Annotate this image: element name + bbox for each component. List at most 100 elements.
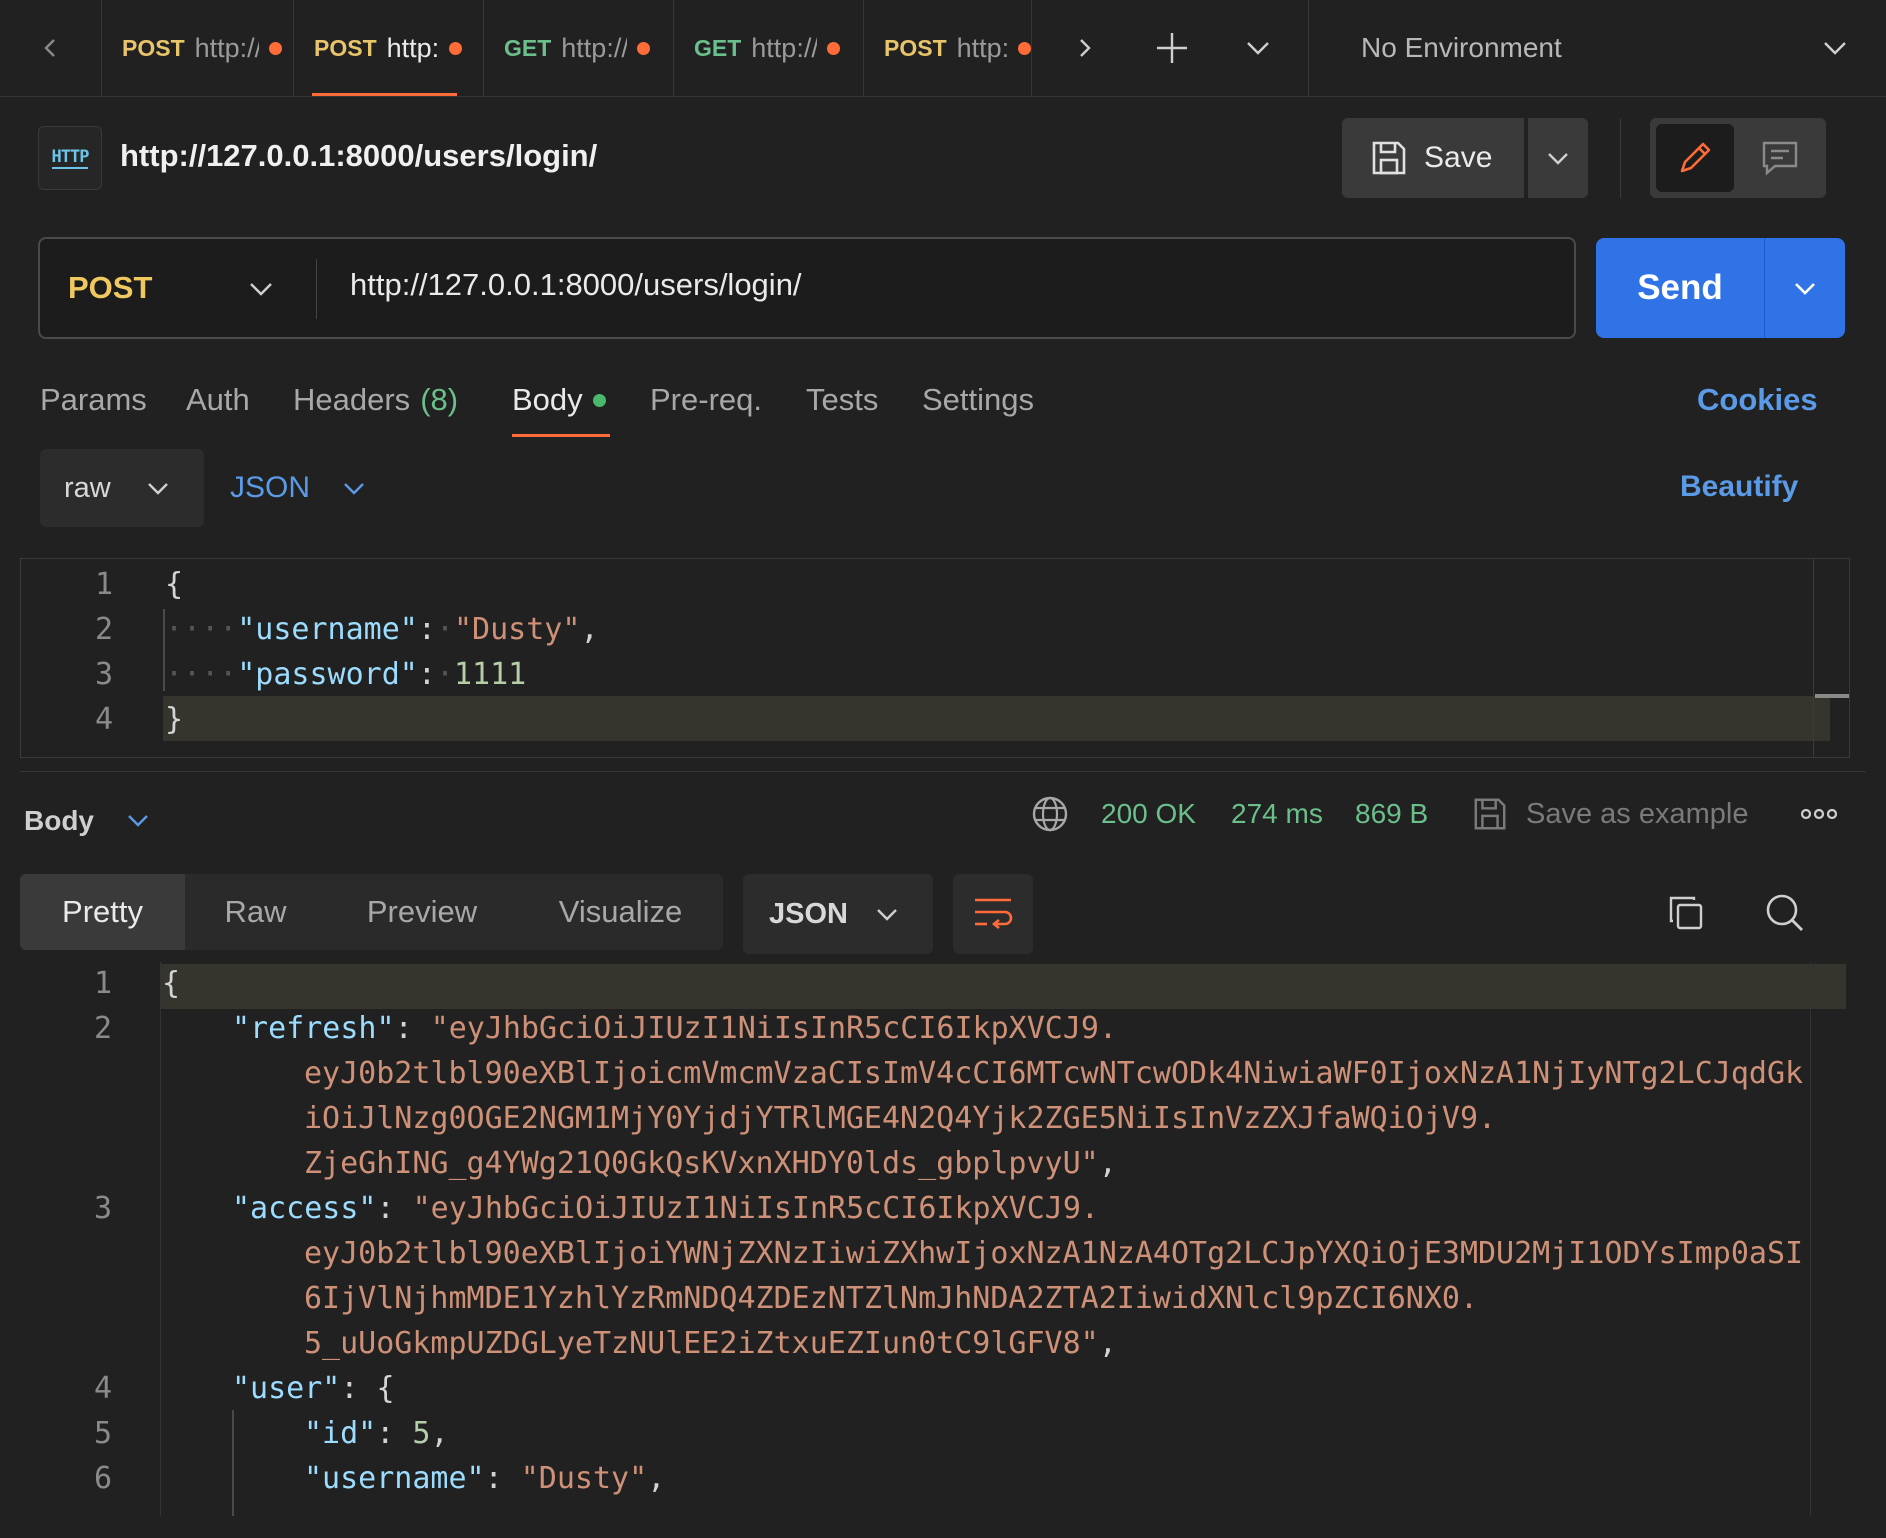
view-visualize-button[interactable]: Visualize — [518, 874, 723, 950]
http-request-icon: HTTP — [38, 126, 102, 190]
response-size[interactable]: 869 B — [1355, 798, 1428, 830]
line-number: 1 — [93, 966, 112, 1001]
plus-icon — [1157, 33, 1187, 63]
copy-response-button[interactable] — [1664, 890, 1708, 936]
body-mode-selector[interactable]: raw — [40, 449, 204, 527]
comments-button[interactable] — [1740, 124, 1820, 192]
send-button[interactable]: Send — [1596, 238, 1764, 338]
response-format-label: JSON — [769, 897, 848, 930]
save-label: Save — [1424, 141, 1493, 174]
indent-guide — [232, 1410, 234, 1516]
tab-body[interactable]: Body — [512, 378, 606, 422]
response-body-viewer[interactable]: 1 2 3 4 5 6 { "refresh": "eyJhbGciOiJIUz… — [20, 962, 1846, 1516]
unsaved-dot-icon — [827, 41, 841, 55]
view-raw-button[interactable]: Raw — [185, 874, 326, 950]
copy-icon — [1669, 896, 1703, 930]
save-options-button[interactable] — [1528, 118, 1588, 198]
status-code[interactable]: 200 OK — [1101, 798, 1196, 830]
code-line: ZjeGhING_g4YWg21Q0GkQsKVxnXHDY0lds_gbplp… — [304, 1146, 1117, 1181]
save-icon — [1372, 141, 1406, 175]
code-line: { — [162, 966, 180, 1001]
json-string-wrap: 5_uUoGkmpUZDGLyeTzNUlEE2iZtxuEZIun0tC9lG… — [304, 1326, 1099, 1361]
json-key: "username" — [304, 1461, 485, 1496]
tab-method: POST — [884, 34, 947, 61]
line-number: 2 — [93, 1011, 112, 1046]
scrollbar-track[interactable] — [1813, 559, 1814, 757]
body-format-selector[interactable]: JSON — [230, 449, 380, 527]
request-tab[interactable]: POST http://127.0.0.1:8000/users/login/ — [102, 0, 294, 96]
edit-mode-button[interactable] — [1656, 124, 1734, 192]
tab-url: http://127.0.0.1:8000/users/login/ — [194, 32, 259, 63]
code-line: ····"password":·1111 — [165, 657, 527, 692]
environment-selector[interactable]: No Environment — [1309, 0, 1886, 96]
send-options-button[interactable] — [1765, 238, 1845, 338]
tab-method: GET — [504, 34, 552, 61]
tab-list-dropdown-button[interactable] — [1234, 24, 1282, 72]
more-options-button[interactable] — [1796, 798, 1842, 830]
request-tab-active[interactable]: POST http://127.0.0.1:8000/users/login/ — [294, 0, 484, 96]
new-tab-button[interactable] — [1148, 24, 1196, 72]
tab-settings[interactable]: Settings — [922, 378, 1034, 422]
json-string-wrap: eyJ0b2tlbl90eXBlIjoicmVmcmVzaCIsImV4cCI6… — [304, 1056, 1804, 1091]
tabs-scroll-right-button[interactable] — [1060, 24, 1108, 72]
scrollbar-track[interactable] — [1810, 962, 1811, 1516]
save-button[interactable]: Save — [1342, 118, 1524, 198]
chevron-down-icon — [250, 283, 272, 296]
request-tab[interactable]: GET http://127.0.0.1:8000/ — [674, 0, 864, 96]
line-number: 3 — [94, 657, 113, 692]
view-preview-button[interactable]: Preview — [326, 874, 518, 950]
pane-divider[interactable] — [20, 771, 1866, 772]
tab-bar: POST http://127.0.0.1:8000/users/login/ … — [0, 0, 1886, 97]
request-tab[interactable]: POST http://127.0.0.1:8000/ — [864, 0, 1032, 96]
request-body-editor[interactable]: 1 2 3 4 { ····"username":·"Dusty", ····"… — [20, 558, 1850, 758]
scrollbar-thumb[interactable] — [1815, 694, 1849, 698]
request-tab[interactable]: GET http://127.0.0.1:8000/ — [484, 0, 674, 96]
response-body-label: Body — [24, 805, 94, 836]
save-as-example-button[interactable]: Save as example — [1472, 790, 1748, 838]
current-line-highlight — [160, 964, 1846, 1009]
wrap-text-icon — [975, 898, 1013, 930]
send-button-group: Send — [1596, 238, 1845, 338]
unsaved-dot-icon — [268, 41, 282, 55]
chevron-left-icon — [43, 39, 55, 57]
url-input[interactable]: http://127.0.0.1:8000/users/login/ — [350, 267, 802, 303]
wrap-lines-button[interactable] — [953, 874, 1033, 954]
line-number: 6 — [93, 1461, 112, 1496]
tab-params[interactable]: Params — [40, 378, 147, 422]
tabs-scroll-left-button[interactable] — [0, 0, 102, 96]
view-pretty-button[interactable]: Pretty — [20, 874, 185, 950]
request-title[interactable]: http://127.0.0.1:8000/users/login/ — [120, 138, 597, 174]
chevron-down-icon — [877, 909, 897, 921]
brace-open: { — [162, 966, 181, 1001]
tab-auth[interactable]: Auth — [186, 378, 250, 422]
search-response-button[interactable] — [1762, 890, 1808, 936]
json-key: "refresh" — [232, 1011, 395, 1046]
tab-headers[interactable]: Headers (8) — [293, 378, 458, 422]
response-time[interactable]: 274 ms — [1231, 798, 1323, 830]
chevron-down-icon — [344, 483, 364, 495]
response-section-selector[interactable]: Body — [24, 796, 164, 846]
tab-tests[interactable]: Tests — [806, 378, 878, 422]
divider — [316, 259, 317, 319]
whitespace-marker: ···· — [165, 657, 238, 692]
network-info-button[interactable] — [1030, 794, 1070, 834]
code-line: } — [165, 702, 183, 737]
tab-url: http://127.0.0.1:8000/users/login/ — [386, 32, 439, 63]
json-number: 1111 — [454, 657, 527, 692]
tab-url: http://127.0.0.1:8000/ — [751, 32, 817, 63]
method-selector[interactable]: POST — [40, 239, 316, 337]
tab-prereq[interactable]: Pre-req. — [650, 378, 762, 422]
line-number: 1 — [94, 567, 113, 602]
response-format-selector[interactable]: JSON — [743, 874, 933, 954]
tab-body-label: Body — [512, 382, 583, 417]
chevron-right-icon — [1080, 39, 1091, 57]
beautify-button[interactable]: Beautify — [1680, 470, 1798, 504]
brace-close: } — [165, 702, 184, 737]
line-number: 5 — [93, 1416, 112, 1451]
chevron-down-icon — [1824, 42, 1846, 55]
environment-label: No Environment — [1361, 32, 1562, 63]
json-string-wrap: ZjeGhING_g4YWg21Q0GkQsKVxnXHDY0lds_gbplp… — [304, 1146, 1099, 1181]
cookies-link[interactable]: Cookies — [1697, 378, 1818, 422]
globe-icon — [1032, 796, 1068, 832]
json-key: "access" — [232, 1191, 377, 1226]
